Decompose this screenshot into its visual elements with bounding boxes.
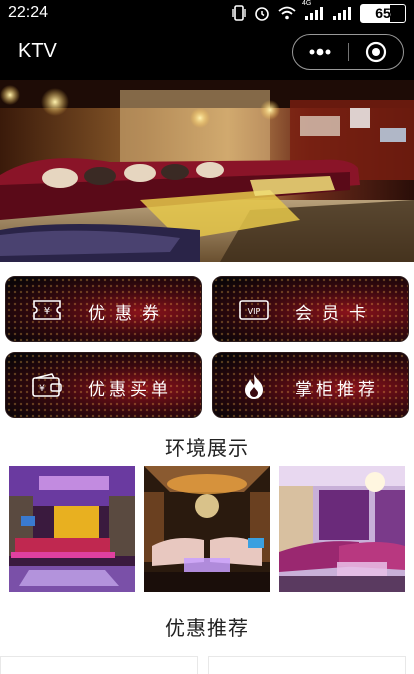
svg-text:¥: ¥ xyxy=(39,384,45,394)
hero-image xyxy=(0,80,414,262)
vip-text: VIP xyxy=(248,307,261,316)
promo-card-2[interactable] xyxy=(208,656,406,674)
wallet-icon: ¥ xyxy=(32,373,62,397)
status-time: 22:24 xyxy=(8,4,49,21)
close-button[interactable] xyxy=(349,35,404,69)
battery-icon: 65 xyxy=(360,3,406,23)
vip-card-label: 会员卡 xyxy=(295,304,376,324)
status-bar: 22:24 4G 65 xyxy=(0,0,414,26)
hero-banner[interactable] xyxy=(0,80,414,262)
environment-photo-1[interactable] xyxy=(9,466,135,592)
flame-icon xyxy=(245,374,263,399)
more-button[interactable] xyxy=(293,35,348,69)
discount-pay-button[interactable]: ¥ 优惠买单 xyxy=(5,352,202,418)
vibrate-icon xyxy=(232,5,246,21)
network-type: 4G xyxy=(302,0,312,7)
alarm-icon xyxy=(255,7,269,21)
coupon-button[interactable]: ¥ 优惠券 xyxy=(5,276,202,342)
wifi-icon xyxy=(278,6,296,20)
environment-section-title: 环境展示 xyxy=(165,436,249,460)
cell-signal-icon xyxy=(333,7,351,20)
promotions-section-title: 优惠推荐 xyxy=(165,616,249,640)
promo-card-1[interactable] xyxy=(0,656,198,674)
more-dots-icon xyxy=(309,48,331,56)
coupon-label: 优惠券 xyxy=(88,304,169,324)
coupon-ticket-icon: ¥ xyxy=(33,300,61,320)
environment-photo-3[interactable] xyxy=(279,466,405,592)
vip-card-icon: VIP xyxy=(239,300,269,320)
environment-photo-2[interactable] xyxy=(144,466,270,592)
miniprogram-capsule xyxy=(292,34,404,70)
discount-pay-label: 优惠买单 xyxy=(88,380,172,400)
owner-recommend-label: 掌柜推荐 xyxy=(295,380,379,400)
page-title: KTV xyxy=(18,40,57,62)
battery-level: 65 xyxy=(375,5,391,21)
environment-gallery xyxy=(9,466,405,592)
target-icon xyxy=(365,41,386,63)
cell-signal-4g-icon: 4G xyxy=(302,0,324,20)
owner-recommend-button[interactable]: 掌柜推荐 xyxy=(212,352,409,418)
title-bar: KTV xyxy=(0,26,414,80)
svg-text:¥: ¥ xyxy=(44,306,50,317)
vip-card-button[interactable]: VIP 会员卡 xyxy=(212,276,409,342)
